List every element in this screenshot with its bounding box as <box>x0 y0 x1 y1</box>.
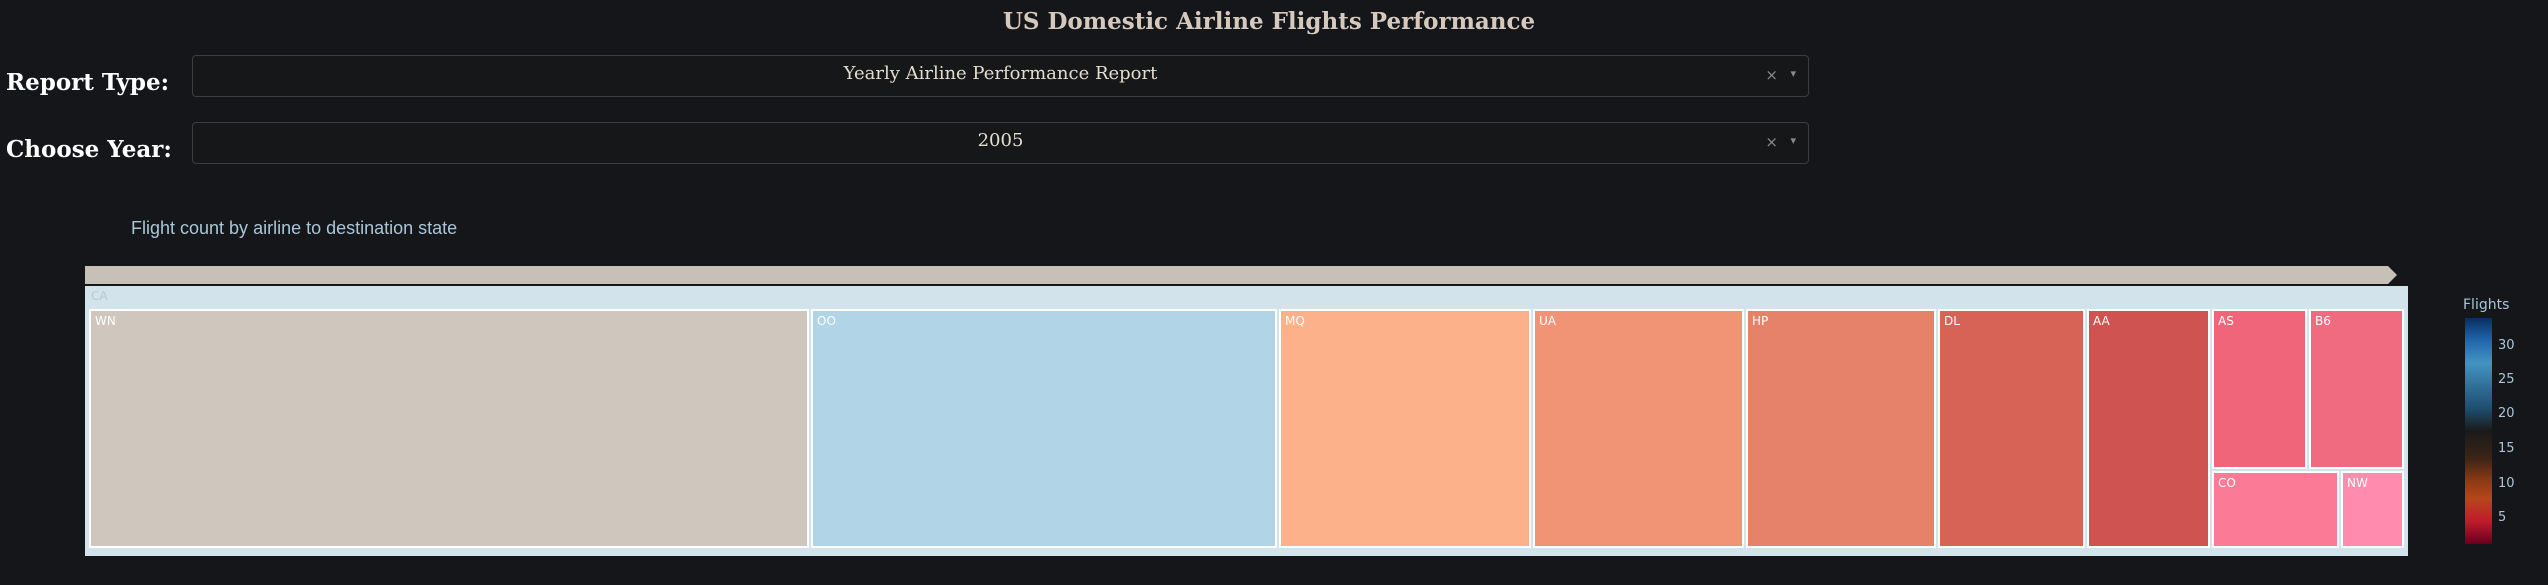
treemap-tile-label: AS <box>2218 314 2234 328</box>
chevron-down-icon[interactable]: ▾ <box>1790 134 1796 147</box>
choose-year-label: Choose Year: <box>6 136 172 163</box>
treemap-tile-MQ[interactable]: MQ <box>1279 309 1531 548</box>
treemap-tile-label: WN <box>95 314 116 328</box>
year-value: 2005 <box>977 130 1024 151</box>
colorbar-title: Flights <box>2463 297 2510 313</box>
treemap-root-CA[interactable]: CA WN OO MQ UA HP DL AA AS B6 CO NW <box>85 286 2408 556</box>
treemap-tile-label: HP <box>1752 314 1769 328</box>
treemap-tile-label: AA <box>2093 314 2110 328</box>
colorbar-tick: 25 <box>2498 372 2515 387</box>
report-type-value: Yearly Airline Performance Report <box>843 63 1158 84</box>
dashboard-page: US Domestic Airline Flights Performance … <box>0 0 2548 585</box>
treemap-tile-UA[interactable]: UA <box>1533 309 1744 548</box>
treemap-tile-label: B6 <box>2315 314 2331 328</box>
treemap-root-label: CA <box>91 289 108 303</box>
treemap-tile-OO[interactable]: OO <box>811 309 1277 548</box>
clear-icon[interactable]: × <box>1765 133 1778 151</box>
treemap-tile-WN[interactable]: WN <box>89 309 809 548</box>
colorbar-tick: 30 <box>2498 338 2515 353</box>
treemap-tile-DL[interactable]: DL <box>1938 309 2085 548</box>
colorbar-tick: 15 <box>2498 441 2515 456</box>
year-dropdown[interactable]: 2005 × ▾ <box>192 122 1809 164</box>
colorbar <box>2465 318 2492 544</box>
treemap-tile-B6[interactable]: B6 <box>2309 309 2404 469</box>
report-type-label: Report Type: <box>6 69 170 96</box>
treemap-tile-AA[interactable]: AA <box>2087 309 2210 548</box>
treemap-tile-label: MQ <box>1285 314 1305 328</box>
chevron-down-icon[interactable]: ▾ <box>1790 67 1796 80</box>
colorbar-tick: 20 <box>2498 406 2515 421</box>
treemap-tile-label: DL <box>1944 314 1960 328</box>
clear-icon[interactable]: × <box>1765 66 1778 84</box>
treemap-tile-label: CO <box>2218 476 2236 490</box>
colorbar-tick: 5 <box>2498 510 2507 525</box>
treemap-pathbar[interactable] <box>85 266 2397 284</box>
report-type-dropdown[interactable]: Yearly Airline Performance Report × ▾ <box>192 55 1809 97</box>
treemap-tile-AS[interactable]: AS <box>2212 309 2307 469</box>
page-title: US Domestic Airline Flights Performance <box>1002 8 1536 35</box>
treemap-tile-CO[interactable]: CO <box>2212 471 2339 548</box>
treemap-tile-label: UA <box>1539 314 1556 328</box>
colorbar-tick: 10 <box>2498 476 2515 491</box>
treemap-tile-label: NW <box>2347 476 2368 490</box>
chart-title: Flight count by airline to destination s… <box>131 218 458 238</box>
treemap-tile-NW[interactable]: NW <box>2341 471 2404 548</box>
treemap-tile-HP[interactable]: HP <box>1746 309 1936 548</box>
treemap-tile-label: OO <box>817 314 836 328</box>
